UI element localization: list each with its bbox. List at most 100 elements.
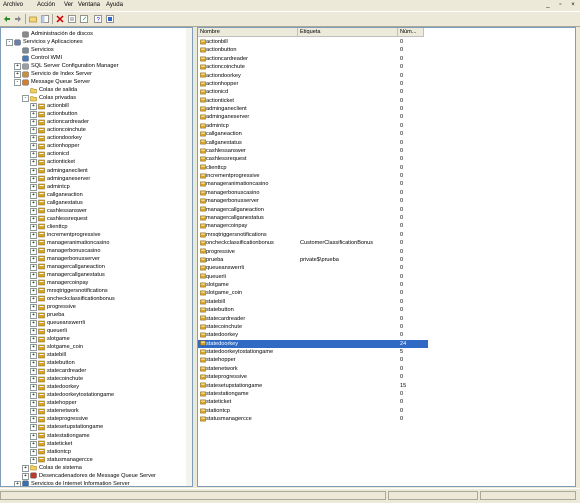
list-row[interactable]: actionbutton 0	[198, 46, 428, 54]
expand-icon[interactable]: +	[30, 408, 37, 416]
collapse-icon[interactable]: -	[22, 95, 29, 103]
list-row[interactable]: statebutton 0	[198, 306, 428, 314]
list-row[interactable]: stateprogressive 0	[198, 373, 428, 381]
tree-node[interactable]: + oncheckclassificationbonus	[1, 295, 186, 303]
column-header-nombre[interactable]: Nombre	[198, 28, 298, 37]
tree-node[interactable]: + queueanswerrli	[1, 319, 186, 328]
column-header-numero[interactable]: Núm...	[398, 28, 424, 37]
tree-node[interactable]: + statebutton	[1, 359, 186, 368]
list-row[interactable]: managercallganeaction 0	[198, 206, 428, 214]
tree-node[interactable]: Colas de salida	[1, 86, 186, 94]
expand-icon[interactable]: +	[30, 191, 37, 199]
tree-node[interactable]: + statedoorkeytostationgame	[1, 391, 186, 400]
expand-icon[interactable]: +	[30, 440, 37, 448]
list-row[interactable]: manageranimationcasino 0	[198, 180, 428, 188]
list-row[interactable]: managerbonusserver 0	[198, 197, 428, 205]
list-row[interactable]: actiondoorkey 0	[198, 72, 428, 80]
tree-node[interactable]: + Colas de sistema	[1, 464, 186, 472]
tree-node[interactable]: + actionbutton	[1, 110, 186, 119]
expand-icon[interactable]: +	[30, 215, 37, 223]
restore-button[interactable]: ▫	[556, 1, 564, 9]
list-row[interactable]: mrsqtriggersnotifications 0	[198, 231, 428, 239]
expand-icon[interactable]: +	[30, 143, 37, 151]
expand-icon[interactable]: +	[30, 336, 37, 344]
menu-archivo[interactable]: Archivo	[3, 2, 23, 8]
list-row[interactable]: statedoorkey 24	[198, 339, 428, 348]
list-row[interactable]: actionticket 0	[198, 97, 428, 105]
tree-node[interactable]: + manageranimationcasino	[1, 239, 186, 247]
close-button[interactable]: ×	[569, 1, 577, 9]
list-row[interactable]: statesetupstationgame 15	[198, 382, 428, 390]
tree-node[interactable]: Administración de discos	[1, 30, 186, 38]
tree-node[interactable]: + statebill	[1, 351, 186, 360]
tree-node[interactable]: + queuerli	[1, 327, 186, 336]
expand-icon[interactable]: +	[30, 175, 37, 183]
list-row[interactable]: statehopper 0	[198, 356, 428, 364]
expand-icon[interactable]: +	[30, 279, 37, 287]
expand-icon[interactable]: +	[30, 360, 37, 368]
list-row[interactable]: admintcp 0	[198, 122, 428, 130]
menu-ver[interactable]: Ver	[64, 2, 73, 8]
expand-icon[interactable]: +	[30, 119, 37, 127]
expand-icon[interactable]: +	[30, 352, 37, 360]
tree-node[interactable]: + cashlessrequest	[1, 215, 186, 223]
list-row[interactable]: statecardreader 0	[198, 315, 428, 323]
tree-node[interactable]: - Message Queue Server	[1, 78, 186, 87]
tree-node[interactable]: + adminganeserver	[1, 175, 186, 183]
tree-node[interactable]: + actionicd	[1, 150, 186, 159]
expand-icon[interactable]: +	[30, 167, 37, 175]
list-row[interactable]: stationtcp 0	[198, 407, 428, 415]
expand-icon[interactable]: +	[30, 135, 37, 143]
expand-icon[interactable]: +	[30, 183, 37, 191]
tree-node[interactable]: + actioncardreader	[1, 118, 186, 127]
list-row[interactable]: slotgame 0	[198, 281, 428, 289]
expand-icon[interactable]: +	[14, 63, 21, 71]
expand-icon[interactable]: +	[30, 271, 37, 279]
list-row[interactable]: adminganeclient 0	[198, 105, 428, 113]
queue-list[interactable]: Nombre Etiqueta Núm... actionbill 0 action…	[197, 27, 576, 487]
export-icon[interactable]	[80, 15, 88, 23]
list-row[interactable]: callganeaction 0	[198, 130, 428, 138]
tree-node[interactable]: + actionhopper	[1, 142, 186, 151]
tree-node[interactable]: + statusmanagercce	[1, 456, 186, 464]
expand-icon[interactable]: +	[30, 159, 37, 167]
tree-node[interactable]: + statehopper	[1, 399, 186, 408]
list-row[interactable]: statebill 0	[198, 298, 428, 306]
list-row[interactable]: queuerli 0	[198, 273, 428, 281]
tree-node[interactable]: + Servicio de Index Server	[1, 70, 186, 79]
tree-scrollbar[interactable]	[186, 28, 192, 486]
tree-node[interactable]: + actiondoorkey	[1, 134, 186, 143]
tree-node[interactable]: + statenetwork	[1, 407, 186, 416]
tree-node[interactable]: + stateprogressive	[1, 415, 186, 424]
list-row[interactable]: managercoinpay 0	[198, 222, 428, 230]
expand-icon[interactable]: +	[30, 328, 37, 336]
list-row[interactable]: cashlessanswer 0	[198, 147, 428, 155]
collapse-icon[interactable]: -	[14, 79, 21, 87]
menu-accion[interactable]: Acción	[37, 2, 55, 8]
properties-icon[interactable]	[68, 15, 76, 23]
expand-icon[interactable]: +	[30, 456, 37, 464]
list-row[interactable]: adminganeserver 0	[198, 113, 428, 121]
expand-icon[interactable]: +	[30, 304, 37, 312]
expand-icon[interactable]: +	[30, 231, 37, 239]
expand-icon[interactable]: +	[30, 255, 37, 263]
show-tree-icon[interactable]	[41, 15, 49, 23]
tree-node[interactable]: + Servicios de Internet Information Serve…	[1, 480, 186, 486]
tree-node[interactable]: + managercallganeaction	[1, 263, 186, 271]
list-row[interactable]: cashlessrequest 0	[198, 155, 428, 163]
tree-node[interactable]: + cashlessanswer	[1, 207, 186, 215]
tree-node[interactable]: + actionticket	[1, 158, 186, 167]
expand-icon[interactable]: +	[30, 416, 37, 424]
console-tree[interactable]: Administración de discos - Servicios y Apl…	[0, 27, 193, 487]
list-row[interactable]: clienttcp 0	[198, 164, 428, 172]
tree-node[interactable]: + managerbonusserver	[1, 255, 186, 263]
list-row[interactable]: queueanswerrli 0	[198, 264, 428, 272]
tree-node[interactable]: + admintcp	[1, 183, 186, 191]
expand-icon[interactable]: +	[30, 344, 37, 352]
expand-icon[interactable]: +	[30, 432, 37, 440]
tree-node[interactable]: Control WMI	[1, 54, 186, 62]
tree-node[interactable]: + statecoinchute	[1, 375, 186, 384]
tree-node[interactable]: + stationtcp	[1, 448, 186, 456]
expand-icon[interactable]: +	[30, 400, 37, 408]
list-row[interactable]: statedoorkey 0	[198, 331, 428, 339]
